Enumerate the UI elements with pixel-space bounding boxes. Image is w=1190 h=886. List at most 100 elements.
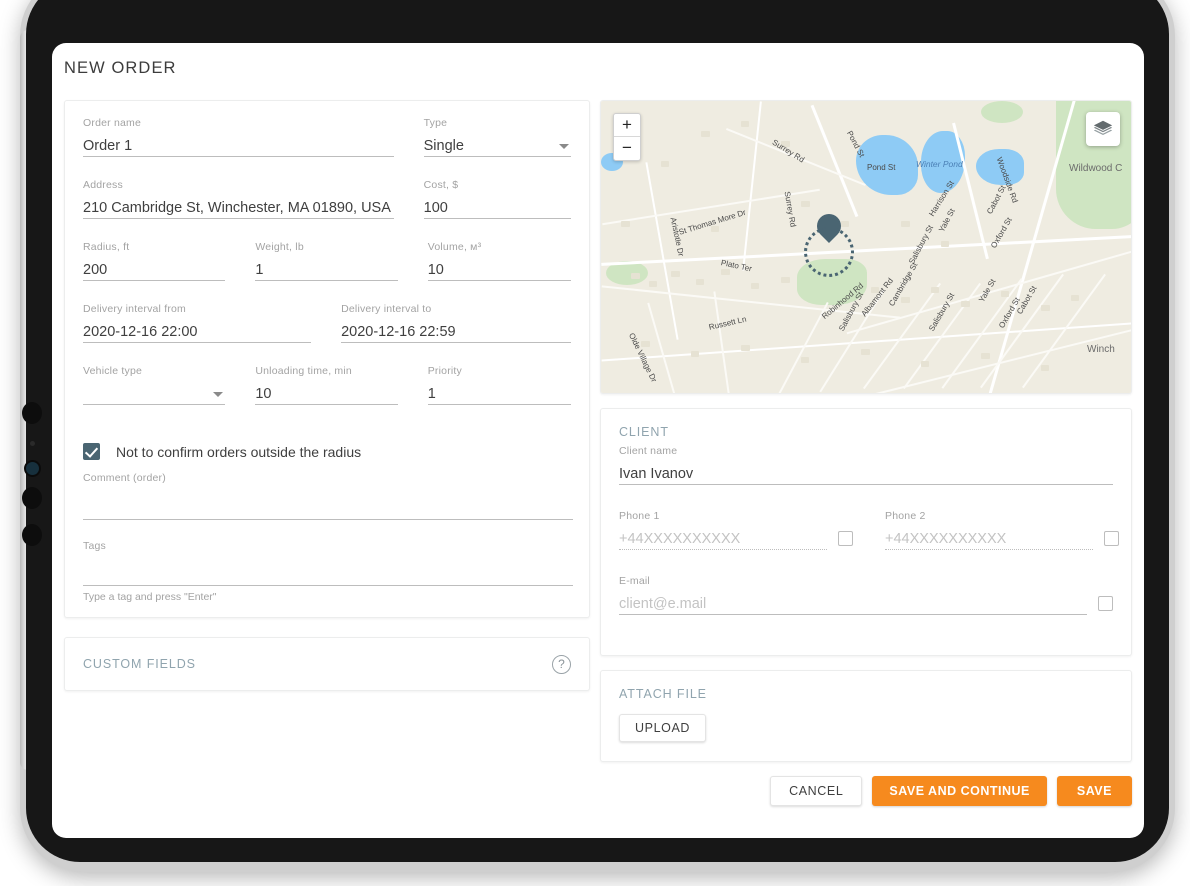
map-label: Surrey Rd xyxy=(782,190,798,228)
client-card: CLIENT Client name Ivan Ivanov Phone 1 +… xyxy=(600,408,1132,656)
attach-file-card: ATTACH FILE UPLOAD xyxy=(600,670,1132,762)
email-checkbox[interactable] xyxy=(1098,596,1113,611)
map-green-area xyxy=(981,101,1023,123)
comment-field[interactable]: Comment (order) xyxy=(83,472,573,520)
vehicle-type-label: Vehicle type xyxy=(83,365,143,377)
order-details-column: Order name Order 1 Type Single Address 2… xyxy=(64,100,590,691)
email-field[interactable]: E-mail client@e.mail xyxy=(619,575,1087,615)
map-label: Salisbury St xyxy=(927,291,957,333)
chevron-down-icon[interactable] xyxy=(559,144,569,149)
map-layers-button[interactable] xyxy=(1086,112,1120,146)
address-field[interactable]: Address 210 Cambridge St, Winchester, MA… xyxy=(83,179,394,219)
volume-input[interactable]: 10 xyxy=(427,259,571,281)
phone1-field[interactable]: Phone 1 +44XXXXXXXXXX xyxy=(619,510,827,550)
comment-input[interactable] xyxy=(83,490,573,520)
tags-input[interactable] xyxy=(83,558,573,586)
priority-label: Priority xyxy=(427,365,462,377)
cost-label: Cost, $ xyxy=(423,179,459,191)
hardware-power-button[interactable] xyxy=(22,524,42,546)
phone1-label: Phone 1 xyxy=(619,510,660,522)
map-label: Yale St xyxy=(937,207,957,234)
upload-button[interactable]: UPLOAD xyxy=(619,714,707,742)
address-input[interactable]: 210 Cambridge St, Winchester, MA 01890, … xyxy=(83,197,394,219)
attach-file-title: ATTACH FILE xyxy=(619,687,707,701)
weight-field[interactable]: Weight, lb 1 xyxy=(255,241,398,281)
tags-hint: Type a tag and press "Enter" xyxy=(83,591,217,603)
unloading-time-field[interactable]: Unloading time, min 10 xyxy=(255,365,398,405)
order-form-card: Order name Order 1 Type Single Address 2… xyxy=(64,100,590,618)
cancel-button[interactable]: CANCEL xyxy=(770,776,863,806)
map-label: Aristotle Dr xyxy=(668,216,686,258)
unloading-time-input[interactable]: 10 xyxy=(255,383,398,405)
phone2-input[interactable]: +44XXXXXXXXXX xyxy=(885,528,1093,550)
zoom-out-button[interactable]: − xyxy=(614,137,640,160)
hardware-volume-up-button[interactable] xyxy=(22,402,42,424)
weight-input[interactable]: 1 xyxy=(255,259,398,281)
phone2-field[interactable]: Phone 2 +44XXXXXXXXXX xyxy=(885,510,1093,550)
order-name-input[interactable]: Order 1 xyxy=(83,135,394,157)
order-name-label: Order name xyxy=(83,117,142,129)
help-icon[interactable]: ? xyxy=(552,654,571,674)
phone1-checkbox[interactable] xyxy=(838,531,853,546)
type-select[interactable]: Single xyxy=(423,135,571,157)
checkbox-checked-icon[interactable] xyxy=(83,443,100,460)
email-input[interactable]: client@e.mail xyxy=(619,593,1087,615)
type-field[interactable]: Type Single xyxy=(423,117,571,157)
vehicle-type-field[interactable]: Vehicle type xyxy=(83,365,226,405)
delivery-interval-from-label: Delivery interval from xyxy=(83,303,187,315)
delivery-interval-from-input[interactable]: 2020-12-16 22:00 xyxy=(83,321,312,343)
custom-fields-card[interactable]: CUSTOM FIELDS ? xyxy=(64,637,590,691)
phone1-input[interactable]: +44XXXXXXXXXX xyxy=(619,528,827,550)
map-water-winter-pond xyxy=(976,149,1024,185)
map-road xyxy=(810,104,858,218)
priority-input[interactable]: 1 xyxy=(427,383,571,405)
delivery-interval-to-label: Delivery interval to xyxy=(341,303,432,315)
weight-label: Weight, lb xyxy=(255,241,304,253)
chevron-down-icon[interactable] xyxy=(213,392,224,397)
map-card[interactable]: Surrey Rd Surrey Rd Pond St Pond St Winter P… xyxy=(600,100,1132,394)
tags-label: Tags xyxy=(83,540,106,552)
client-name-field[interactable]: Client name Ivan Ivanov xyxy=(619,445,1113,485)
priority-field[interactable]: Priority 1 xyxy=(427,365,571,405)
order-name-field[interactable]: Order name Order 1 xyxy=(83,117,394,157)
custom-fields-title: CUSTOM FIELDS xyxy=(83,657,196,671)
cost-field[interactable]: Cost, $ 100 xyxy=(423,179,571,219)
layers-icon xyxy=(1093,120,1113,136)
map-road xyxy=(952,122,989,260)
new-order-screen: NEW ORDER Order name Order 1 Type Single xyxy=(52,43,1144,838)
delivery-interval-to-field[interactable]: Delivery interval to 2020-12-16 22:59 xyxy=(341,303,571,343)
save-and-continue-button[interactable]: SAVE AND CONTINUE xyxy=(872,776,1047,806)
map-label: Cabot St xyxy=(985,183,1008,216)
map-canvas[interactable]: Surrey Rd Surrey Rd Pond St Pond St Winter P… xyxy=(601,101,1131,393)
client-name-label: Client name xyxy=(619,445,678,457)
radius-confirm-checkbox-row[interactable]: Not to confirm orders outside the radius xyxy=(83,443,571,460)
volume-field[interactable]: Volume, м³ 10 xyxy=(427,241,571,281)
map-location-marker[interactable] xyxy=(804,209,854,277)
map-and-client-column: Surrey Rd Surrey Rd Pond St Pond St Winter P… xyxy=(600,100,1132,806)
map-road-minor xyxy=(726,127,866,186)
delivery-interval-to-input[interactable]: 2020-12-16 22:59 xyxy=(341,321,571,343)
map-label: St Thomas More Dr xyxy=(677,207,747,237)
map-road xyxy=(601,235,1131,266)
hardware-sensor-dot xyxy=(30,441,35,446)
delivery-interval-from-field[interactable]: Delivery interval from 2020-12-16 22:00 xyxy=(83,303,312,343)
radius-input[interactable]: 200 xyxy=(83,259,226,281)
client-name-input[interactable]: Ivan Ivanov xyxy=(619,463,1113,485)
type-label: Type xyxy=(423,117,448,129)
email-label: E-mail xyxy=(619,575,650,587)
map-zoom-controls[interactable]: + − xyxy=(613,113,641,161)
page-title: NEW ORDER xyxy=(64,59,177,77)
map-road xyxy=(601,322,1131,362)
client-section-title: CLIENT xyxy=(619,425,669,439)
hardware-volume-down-button[interactable] xyxy=(22,487,42,509)
map-road-minor xyxy=(602,188,820,225)
comment-label: Comment (order) xyxy=(83,472,166,484)
zoom-in-button[interactable]: + xyxy=(614,114,640,137)
front-camera-icon xyxy=(26,462,39,475)
phone2-checkbox[interactable] xyxy=(1104,531,1119,546)
radius-field[interactable]: Radius, ft 200 xyxy=(83,241,226,281)
tags-field[interactable]: Tags Type a tag and press "Enter" xyxy=(83,540,573,603)
cost-input[interactable]: 100 xyxy=(423,197,571,219)
save-button[interactable]: SAVE xyxy=(1056,776,1132,806)
vehicle-type-select[interactable] xyxy=(83,383,226,405)
